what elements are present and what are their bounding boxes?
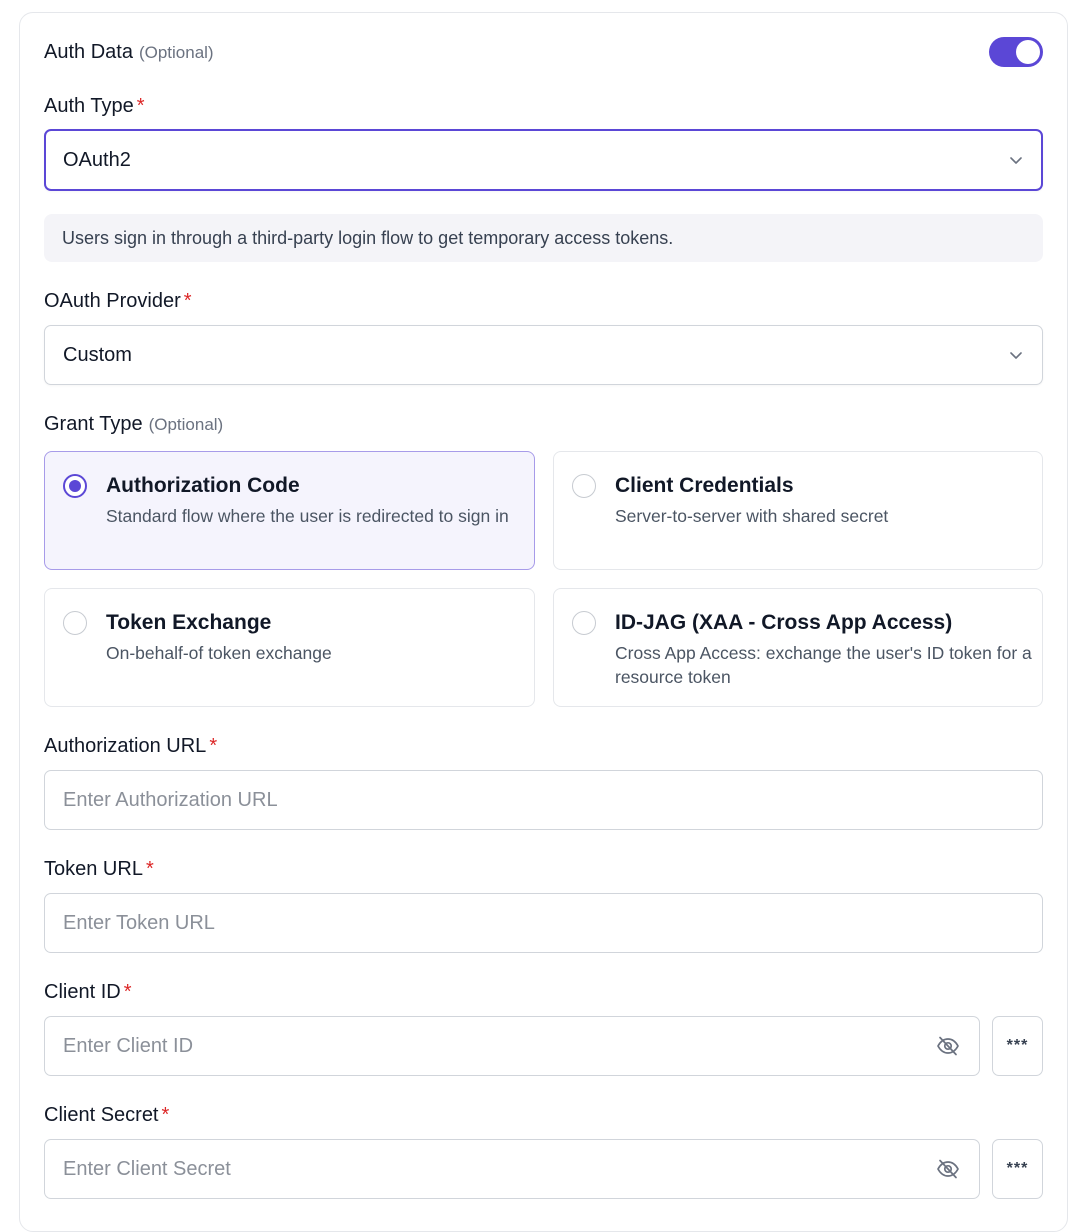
authorization-url-label: Authorization URL * (44, 735, 217, 758)
eye-off-icon[interactable] (935, 1033, 961, 1059)
required-mark: * (183, 290, 192, 312)
toggle-knob (1016, 40, 1040, 64)
auth-type-label: Auth Type * (44, 95, 145, 118)
client-secret-label: Client Secret * (44, 1104, 169, 1127)
grant-option-title: Authorization Code (106, 474, 300, 497)
authorization-url-input[interactable] (63, 788, 1024, 812)
required-mark: * (123, 981, 132, 1003)
grant-type-label: Grant Type (44, 413, 143, 435)
auth-type-value: OAuth2 (63, 148, 131, 171)
grant-option-description: Cross App Access: exchange the user's ID… (615, 643, 1032, 687)
grant-option-title: Token Exchange (106, 611, 272, 634)
required-mark: * (145, 858, 154, 880)
client-id-input[interactable] (63, 1034, 935, 1058)
client-id-field[interactable] (44, 1016, 980, 1076)
grant-option-description: Server-to-server with shared secret (615, 506, 889, 526)
token-url-label-text: Token URL (44, 858, 143, 880)
auth-type-select[interactable]: OAuth2 (44, 129, 1043, 191)
token-url-field[interactable] (44, 893, 1043, 953)
radio-button[interactable] (63, 474, 87, 498)
grant-option-authorization-code[interactable]: Authorization Code Standard flow where t… (44, 451, 535, 570)
auth-type-label-text: Auth Type (44, 95, 134, 117)
grant-option-description: Standard flow where the user is redirect… (106, 506, 509, 526)
oauth-provider-label-text: OAuth Provider (44, 290, 181, 312)
oauth-provider-select[interactable]: Custom (44, 325, 1043, 385)
required-mark: * (161, 1104, 170, 1126)
grant-option-description: On-behalf-of token exchange (106, 643, 332, 663)
client-secret-field[interactable] (44, 1139, 980, 1199)
token-url-label: Token URL * (44, 858, 154, 881)
chevron-down-icon (1008, 152, 1024, 168)
oauth-provider-label: OAuth Provider * (44, 290, 192, 313)
eye-off-icon[interactable] (935, 1156, 961, 1182)
token-url-input[interactable] (63, 911, 1024, 935)
grant-type-optional: (Optional) (148, 415, 224, 434)
auth-data-optional: (Optional) (138, 43, 214, 62)
radio-button[interactable] (572, 611, 596, 635)
radio-button[interactable] (63, 611, 87, 635)
authorization-url-label-text: Authorization URL (44, 735, 207, 757)
client-secret-label-text: Client Secret (44, 1104, 159, 1126)
required-mark: * (136, 95, 145, 117)
grant-option-client-credentials[interactable]: Client Credentials Server-to-server with… (553, 451, 1043, 570)
client-id-options-button[interactable]: *** (992, 1016, 1043, 1076)
client-secret-input[interactable] (63, 1157, 935, 1181)
auth-data-title: Auth Data (44, 41, 133, 63)
auth-data-toggle[interactable] (989, 37, 1043, 67)
authorization-url-field[interactable] (44, 770, 1043, 830)
required-mark: * (209, 735, 218, 757)
radio-button[interactable] (572, 474, 596, 498)
grant-option-token-exchange[interactable]: Token Exchange On-behalf-of token exchan… (44, 588, 535, 707)
client-id-label: Client ID * (44, 981, 132, 1004)
oauth-provider-value: Custom (63, 343, 132, 366)
chevron-down-icon (1008, 347, 1024, 363)
grant-type-header: Grant Type (Optional) (44, 413, 223, 436)
grant-option-id-jag[interactable]: ID-JAG (XAA - Cross App Access) Cross Ap… (553, 588, 1043, 707)
client-id-label-text: Client ID (44, 981, 121, 1003)
auth-data-header: Auth Data (Optional) (44, 41, 214, 64)
client-secret-options-button[interactable]: *** (992, 1139, 1043, 1199)
grant-option-title: ID-JAG (XAA - Cross App Access) (615, 611, 953, 634)
grant-option-title: Client Credentials (615, 474, 794, 497)
auth-type-description: Users sign in through a third-party logi… (44, 214, 1043, 262)
